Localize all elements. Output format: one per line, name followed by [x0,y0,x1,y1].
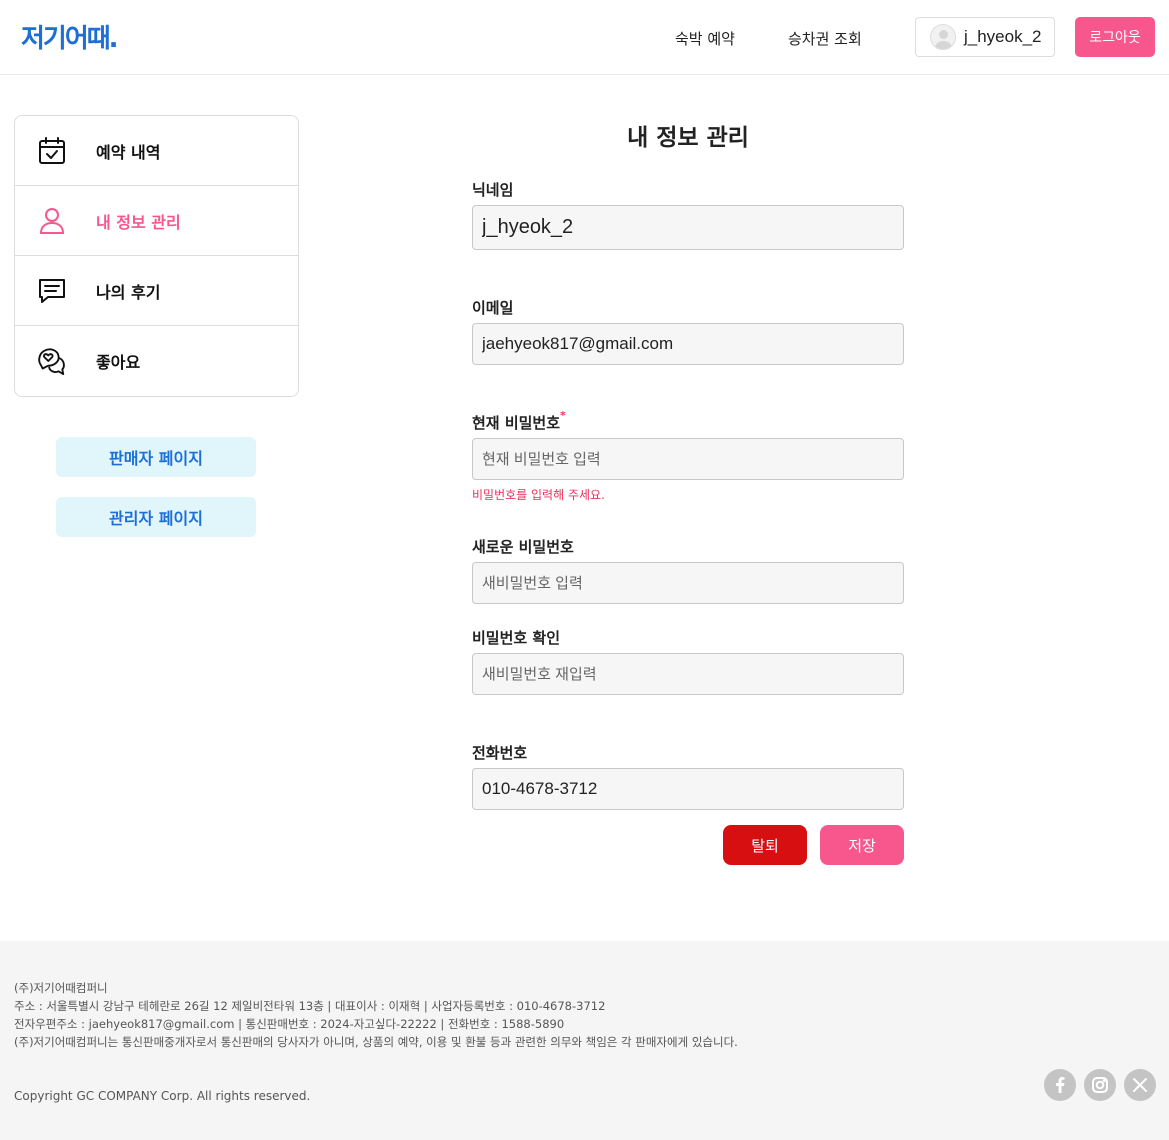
heart-chat-icon [37,346,67,376]
password-error-message: 비밀번호를 입력해 주세요. [472,488,605,502]
user-icon [37,206,67,236]
sidebar-item-label: 내 정보 관리 [96,212,181,232]
sidebar-menu: 예약 내역 내 정보 관리 나의 후기 좋아요 [14,115,299,397]
save-button[interactable]: 저장 [820,825,904,865]
sidebar-item-label: 나의 후기 [96,282,161,302]
avatar [930,24,956,50]
footer-contact: 전자우편주소 : jaehyeok817@gmail.com | 통신판매번호 … [14,1017,565,1031]
seller-page-button[interactable]: 판매자 페이지 [56,437,256,477]
sidebar-item-reviews[interactable]: 나의 후기 [15,256,298,326]
confirm-password-input[interactable] [472,653,904,695]
email-input[interactable] [472,323,904,365]
new-password-input[interactable] [472,562,904,604]
withdraw-button[interactable]: 탈퇴 [723,825,807,865]
sidebar-item-label: 좋아요 [96,353,141,372]
current-password-label: 현재 비밀번호* [472,409,566,433]
logout-button[interactable]: 로그아웃 [1075,17,1155,57]
x-icon[interactable] [1124,1069,1156,1101]
new-password-label: 새로운 비밀번호 [472,538,574,556]
email-label: 이메일 [472,299,514,317]
header: 저기어때. 숙박 예약 승차권 조회 j_hyeok_2 로그아웃 [0,0,1169,75]
admin-page-button[interactable]: 관리자 페이지 [56,497,256,537]
footer-company-name: (주)저기어때컴퍼니 [14,981,108,995]
footer-disclaimer: (주)저기어때컴퍼니는 통신판매중개자로서 통신판매의 당사자가 아니며, 상품… [14,1035,738,1049]
confirm-password-label: 비밀번호 확인 [472,629,561,647]
nickname-input[interactable] [472,205,904,250]
current-password-label-text: 현재 비밀번호 [472,414,561,432]
facebook-icon[interactable] [1044,1069,1076,1101]
required-mark: * [560,409,566,422]
instagram-icon[interactable] [1084,1069,1116,1101]
chat-icon [37,276,67,306]
phone-input[interactable] [472,768,904,810]
nav-ticket-lookup[interactable]: 승차권 조회 [788,28,862,49]
sidebar-item-likes[interactable]: 좋아요 [15,326,298,396]
page-title: 내 정보 관리 [627,125,749,151]
nickname-label: 닉네임 [472,181,514,199]
sidebar-item-my-info[interactable]: 내 정보 관리 [15,186,298,256]
current-password-input[interactable] [472,438,904,480]
sidebar-item-reservations[interactable]: 예약 내역 [15,116,298,186]
user-name: j_hyeok_2 [964,27,1042,46]
copyright: Copyright GC COMPANY Corp. All rights re… [14,1089,311,1103]
user-profile[interactable]: j_hyeok_2 [915,17,1055,57]
footer: (주)저기어때컴퍼니 주소 : 서울특별시 강남구 테헤란로 26길 12 제일… [0,941,1169,1140]
logo[interactable]: 저기어때. [21,18,119,55]
footer-address: 주소 : 서울특별시 강남구 테헤란로 26길 12 제일비전타워 13층 | … [14,999,606,1013]
nav-stay-reservation[interactable]: 숙박 예약 [675,28,735,49]
company-info: (주)저기어때컴퍼니 주소 : 서울특별시 강남구 테헤란로 26길 12 제일… [14,979,738,1051]
sidebar-item-label: 예약 내역 [96,142,161,162]
calendar-check-icon [37,136,67,166]
phone-label: 전화번호 [472,744,528,762]
